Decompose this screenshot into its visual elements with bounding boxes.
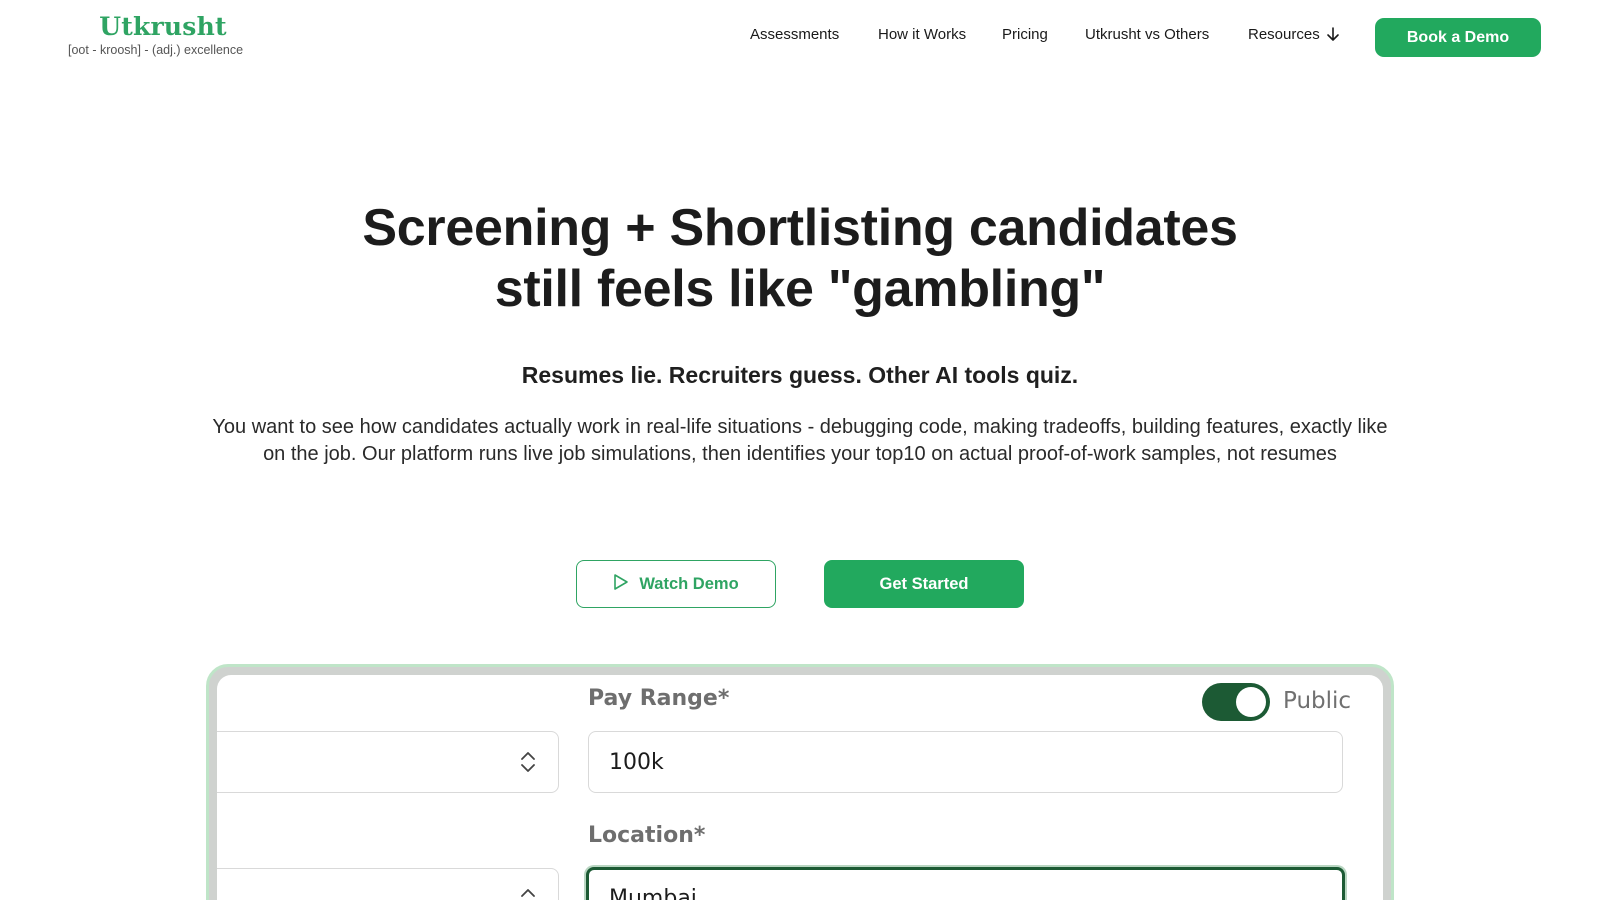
watch-demo-button[interactable]: Watch Demo: [576, 560, 776, 608]
left-select-field[interactable]: [217, 731, 559, 793]
pay-range-label: Pay Range*: [588, 686, 730, 711]
site-header: Utkrusht [oot - kroosh] - (adj.) excelle…: [0, 0, 1600, 80]
hero-title: Screening + Shortlisting candidates stil…: [0, 198, 1600, 320]
public-label: Public: [1283, 688, 1352, 714]
nav-item-resources-label: Resources: [1248, 26, 1320, 43]
logo[interactable]: Utkrusht [oot - kroosh] - (adj.) excelle…: [68, 12, 268, 57]
location-label: Location*: [588, 823, 706, 848]
logo-tagline: [oot - kroosh] - (adj.) excellence: [68, 43, 244, 57]
nav-item-utkrusht-vs-others[interactable]: Utkrusht vs Others: [1085, 26, 1209, 43]
play-icon: [613, 573, 629, 596]
get-started-button[interactable]: Get Started: [824, 560, 1024, 608]
nav-item-assessments[interactable]: Assessments: [750, 26, 839, 43]
nav-item-resources[interactable]: Resources: [1248, 26, 1340, 46]
chevron-up-down-icon: [520, 750, 536, 779]
nav-item-how-it-works[interactable]: How it Works: [878, 26, 966, 43]
preview-form: Pay Range* Public 100k Location* Mumbai: [217, 675, 1383, 900]
hero-title-line-2: still feels like "gambling": [494, 260, 1106, 318]
left-select-field-2[interactable]: [217, 868, 559, 900]
toggle-knob: [1236, 687, 1266, 717]
hero-title-line-1: Screening + Shortlisting candidates: [362, 199, 1238, 257]
public-toggle[interactable]: [1202, 683, 1270, 721]
arrow-down-icon: [1326, 26, 1340, 46]
hero-description: You want to see how candidates actually …: [212, 416, 1388, 465]
product-preview: Pay Range* Public 100k Location* Mumbai: [206, 664, 1394, 900]
page: Utkrusht [oot - kroosh] - (adj.) excelle…: [0, 0, 1600, 900]
watch-demo-label: Watch Demo: [639, 574, 739, 593]
nav-item-pricing[interactable]: Pricing: [1002, 26, 1048, 43]
pay-range-input[interactable]: 100k: [588, 731, 1343, 793]
logo-name: Utkrusht: [99, 12, 227, 41]
book-demo-button[interactable]: Book a Demo: [1375, 18, 1541, 57]
hero-subtitle: Resumes lie. Recruiters guess. Other AI …: [521, 362, 1079, 388]
chevron-up-icon: [520, 887, 536, 900]
location-input[interactable]: Mumbai: [586, 867, 1345, 900]
